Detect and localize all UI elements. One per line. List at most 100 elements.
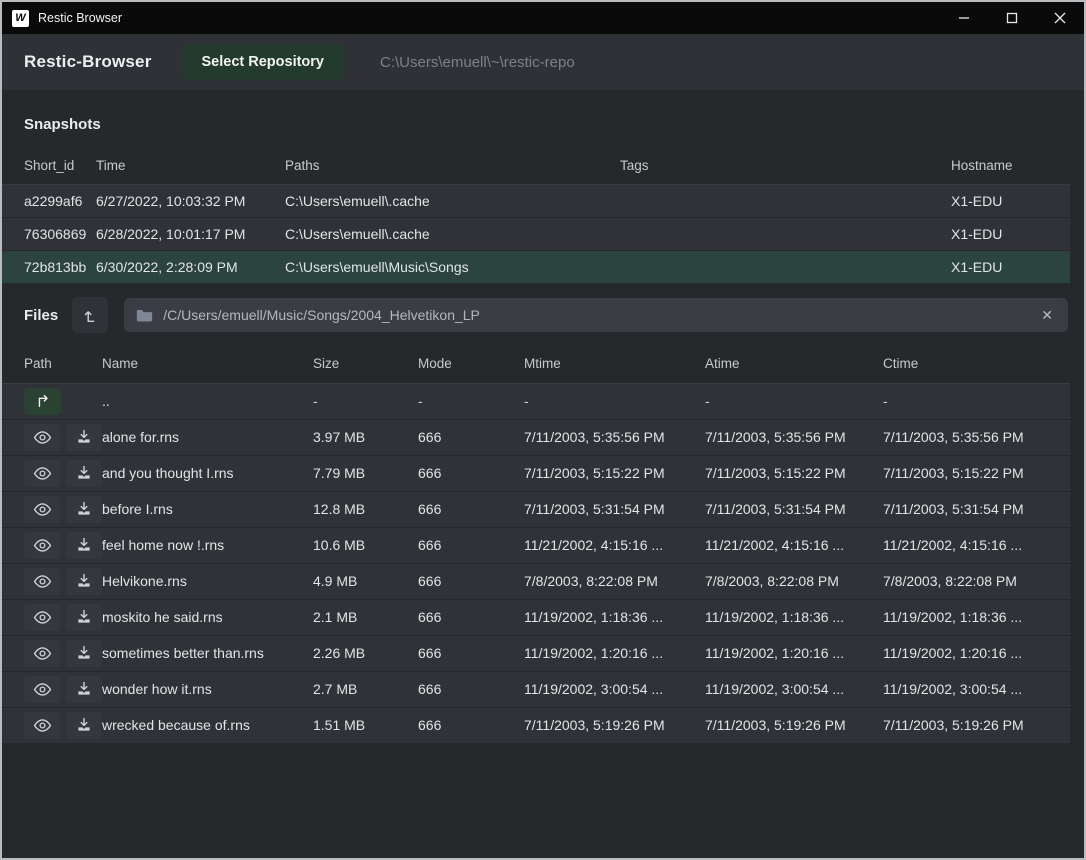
titlebar-left: W Restic Browser <box>2 10 122 27</box>
file-ctime: - <box>883 383 1070 419</box>
eye-icon <box>33 574 52 589</box>
file-ctime: 7/11/2003, 5:31:54 PM <box>883 491 1070 527</box>
download-file-button[interactable] <box>66 496 102 523</box>
download-file-button[interactable] <box>66 568 102 595</box>
minimize-button[interactable] <box>940 2 988 34</box>
file-row[interactable]: and you thought I.rns7.79 MB6667/11/2003… <box>2 455 1070 491</box>
file-size: 2.7 MB <box>313 671 418 707</box>
file-size: 10.6 MB <box>313 527 418 563</box>
download-icon <box>76 501 92 517</box>
file-ctime: 7/11/2003, 5:19:26 PM <box>883 707 1070 743</box>
file-mode: 666 <box>418 707 524 743</box>
download-file-button[interactable] <box>66 676 102 703</box>
download-icon <box>76 717 92 733</box>
download-file-button[interactable] <box>66 424 102 451</box>
view-file-button[interactable] <box>24 640 60 667</box>
file-row[interactable]: feel home now !.rns10.6 MB66611/21/2002,… <box>2 527 1070 563</box>
view-file-button[interactable] <box>24 424 60 451</box>
file-mtime: 11/19/2002, 3:00:54 ... <box>524 671 705 707</box>
file-row[interactable]: Helvikone.rns4.9 MB6667/8/2003, 8:22:08 … <box>2 563 1070 599</box>
parent-dir-button[interactable] <box>24 388 61 415</box>
file-row[interactable]: alone for.rns3.97 MB6667/11/2003, 5:35:5… <box>2 419 1070 455</box>
file-actions-cell <box>2 599 102 635</box>
parent-dir-arrow-icon <box>34 393 52 409</box>
file-atime: 11/19/2002, 1:18:36 ... <box>705 599 883 635</box>
eye-icon <box>33 466 52 481</box>
download-icon <box>76 645 92 661</box>
eye-icon <box>33 646 52 661</box>
file-row[interactable]: wrecked because of.rns1.51 MB6667/11/200… <box>2 707 1070 743</box>
app-window: W Restic Browser Restic-Browser Select R… <box>0 0 1086 860</box>
snapshot-paths: C:\Users\emuell\.cache <box>285 217 620 250</box>
download-file-button[interactable] <box>66 460 102 487</box>
file-atime: 7/8/2003, 8:22:08 PM <box>705 563 883 599</box>
file-mode: 666 <box>418 455 524 491</box>
col-short-id: Short_id <box>2 148 96 184</box>
file-mtime: 11/19/2002, 1:18:36 ... <box>524 599 705 635</box>
file-atime: 7/11/2003, 5:15:22 PM <box>705 455 883 491</box>
download-file-button[interactable] <box>66 604 102 631</box>
app-header: Restic-Browser Select Repository C:\User… <box>2 34 1084 90</box>
file-mode: 666 <box>418 527 524 563</box>
file-mtime: 7/11/2003, 5:35:56 PM <box>524 419 705 455</box>
snapshot-row[interactable]: 763068696/28/2022, 10:01:17 PMC:\Users\e… <box>2 217 1070 250</box>
file-ctime: 7/11/2003, 5:35:56 PM <box>883 419 1070 455</box>
window-title: Restic Browser <box>38 11 122 25</box>
snapshots-section-title: Snapshots <box>2 90 1084 148</box>
col-atime: Atime <box>705 345 883 383</box>
snapshot-tags <box>620 184 951 217</box>
window-controls <box>940 2 1084 34</box>
file-name: Helvikone.rns <box>102 563 313 599</box>
snapshot-short-id: a2299af6 <box>2 184 96 217</box>
clear-path-button[interactable]: ✕ <box>1038 307 1056 324</box>
download-file-button[interactable] <box>66 532 102 559</box>
download-icon <box>76 609 92 625</box>
file-mtime: 11/19/2002, 1:20:16 ... <box>524 635 705 671</box>
file-name: moskito he said.rns <box>102 599 313 635</box>
view-file-button[interactable] <box>24 604 60 631</box>
col-hostname: Hostname <box>951 148 1070 184</box>
app-title: Restic-Browser <box>24 52 152 72</box>
view-file-button[interactable] <box>24 532 60 559</box>
file-ctime: 11/19/2002, 1:20:16 ... <box>883 635 1070 671</box>
file-row[interactable]: before I.rns12.8 MB6667/11/2003, 5:31:54… <box>2 491 1070 527</box>
eye-icon <box>33 682 52 697</box>
file-size: 2.26 MB <box>313 635 418 671</box>
snapshot-row[interactable]: 72b813bb6/30/2022, 2:28:09 PMC:\Users\em… <box>2 250 1070 283</box>
parent-dir-row[interactable]: ..----- <box>2 383 1070 419</box>
download-file-button[interactable] <box>66 640 102 667</box>
download-file-button[interactable] <box>66 712 102 739</box>
file-mtime: 7/11/2003, 5:15:22 PM <box>524 455 705 491</box>
file-row[interactable]: wonder how it.rns2.7 MB66611/19/2002, 3:… <box>2 671 1070 707</box>
file-mode: 666 <box>418 671 524 707</box>
snapshot-short-id: 72b813bb <box>2 250 96 283</box>
snapshot-paths: C:\Users\emuell\.cache <box>285 184 620 217</box>
col-paths: Paths <box>285 148 620 184</box>
view-file-button[interactable] <box>24 496 60 523</box>
file-ctime: 7/8/2003, 8:22:08 PM <box>883 563 1070 599</box>
view-file-button[interactable] <box>24 568 60 595</box>
go-to-root-button[interactable] <box>72 297 108 333</box>
file-atime: 11/21/2002, 4:15:16 ... <box>705 527 883 563</box>
file-row[interactable]: moskito he said.rns2.1 MB66611/19/2002, … <box>2 599 1070 635</box>
download-icon <box>76 573 92 589</box>
snapshot-row[interactable]: a2299af66/27/2022, 10:03:32 PMC:\Users\e… <box>2 184 1070 217</box>
col-time: Time <box>96 148 285 184</box>
file-mode: 666 <box>418 419 524 455</box>
file-path-bar[interactable]: /C/Users/emuell/Music/Songs/2004_Helveti… <box>124 298 1068 332</box>
file-size: 1.51 MB <box>313 707 418 743</box>
maximize-icon <box>1006 12 1018 24</box>
close-button[interactable] <box>1036 2 1084 34</box>
select-repository-button[interactable]: Select Repository <box>182 44 345 80</box>
files-section-title: Files <box>24 307 58 324</box>
file-row[interactable]: sometimes better than.rns2.26 MB66611/19… <box>2 635 1070 671</box>
minimize-icon <box>958 12 970 24</box>
view-file-button[interactable] <box>24 676 60 703</box>
view-file-button[interactable] <box>24 712 60 739</box>
file-ctime: 7/11/2003, 5:15:22 PM <box>883 455 1070 491</box>
maximize-button[interactable] <box>988 2 1036 34</box>
eye-icon <box>33 538 52 553</box>
view-file-button[interactable] <box>24 460 60 487</box>
col-name: Name <box>102 345 313 383</box>
col-ctime: Ctime <box>883 345 1070 383</box>
